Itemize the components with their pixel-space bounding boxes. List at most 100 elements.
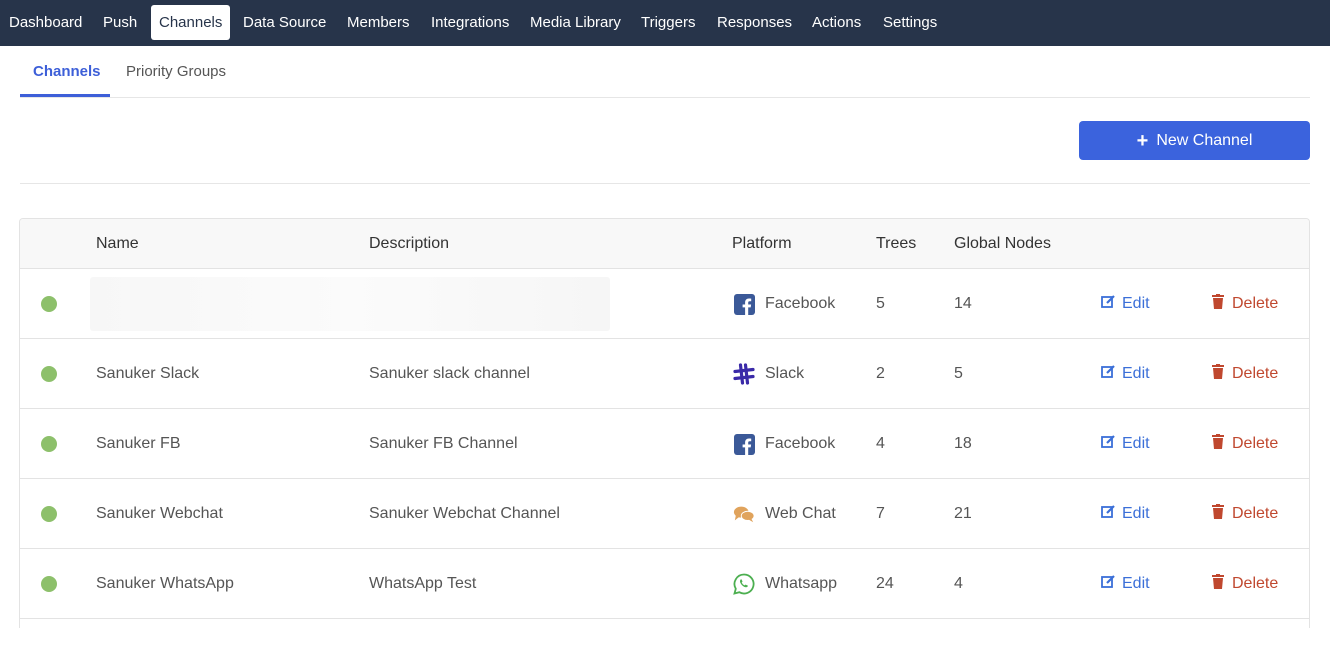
- nav-actions[interactable]: Actions: [812, 5, 861, 40]
- edit-label: Edit: [1122, 575, 1150, 592]
- platform-label: Slack: [765, 365, 805, 382]
- edit-icon: [1101, 504, 1116, 524]
- nav-members[interactable]: Members: [347, 5, 410, 40]
- delete-label: Delete: [1232, 295, 1279, 312]
- table-row: Sanuker WhatsApp WhatsApp Test Whatsapp …: [20, 549, 1309, 619]
- header-trees: Trees: [876, 235, 917, 252]
- status-dot: [41, 576, 57, 592]
- edit-label: Edit: [1122, 295, 1150, 312]
- edit-button[interactable]: Edit: [1101, 339, 1150, 409]
- platform-cell: Facebook: [733, 269, 835, 339]
- tab-priority-groups[interactable]: Priority Groups: [126, 63, 226, 80]
- nav-responses[interactable]: Responses: [717, 5, 792, 40]
- new-channel-label: New Channel: [1156, 131, 1253, 149]
- global-nodes-count: 14: [954, 295, 972, 312]
- trees-count: 2: [876, 365, 885, 382]
- top-nav: Dashboard Push Channels Data Source Memb…: [0, 0, 1330, 46]
- global-nodes-count: 21: [954, 505, 972, 522]
- platform-label: Facebook: [765, 295, 836, 312]
- trash-icon: [1212, 574, 1224, 594]
- trash-icon: [1212, 294, 1224, 314]
- platform-label: Web Chat: [765, 505, 836, 522]
- nav-integrations[interactable]: Integrations: [431, 5, 509, 40]
- edit-icon: [1101, 364, 1116, 384]
- new-channel-button[interactable]: + New Channel: [1079, 121, 1310, 160]
- channel-name: Sanuker WhatsApp: [96, 575, 234, 592]
- nav-settings[interactable]: Settings: [883, 5, 937, 40]
- platform-cell: Facebook: [733, 409, 835, 479]
- edit-button[interactable]: Edit: [1101, 409, 1150, 479]
- edit-icon: [1101, 294, 1116, 314]
- table-row: Facebook 5 14 Edit Delete: [20, 269, 1309, 339]
- header-name: Name: [96, 235, 139, 252]
- delete-button[interactable]: Delete: [1212, 269, 1278, 339]
- nav-media-library[interactable]: Media Library: [530, 5, 621, 40]
- delete-label: Delete: [1232, 575, 1279, 592]
- edit-button[interactable]: Edit: [1101, 479, 1150, 549]
- header-description: Description: [369, 235, 450, 252]
- global-nodes-count: 4: [954, 575, 963, 592]
- whatsapp-icon: [733, 573, 755, 595]
- status-dot: [41, 366, 57, 382]
- table-row: Sanuker FB Sanuker FB Channel Facebook 4…: [20, 409, 1309, 479]
- edit-icon: [1101, 574, 1116, 594]
- header-global-nodes: Global Nodes: [954, 235, 1051, 252]
- edit-icon: [1101, 434, 1116, 454]
- webchat-icon: [733, 503, 755, 525]
- nav-triggers[interactable]: Triggers: [641, 5, 695, 40]
- channel-name: Sanuker Slack: [96, 365, 200, 382]
- global-nodes-count: 18: [954, 435, 972, 452]
- delete-button[interactable]: Delete: [1212, 339, 1278, 409]
- edit-button[interactable]: Edit: [1101, 269, 1150, 339]
- facebook-icon: [733, 293, 755, 315]
- edit-label: Edit: [1122, 365, 1150, 382]
- edit-label: Edit: [1122, 435, 1150, 452]
- channels-table: Name Description Platform Trees Global N…: [19, 218, 1310, 628]
- edit-label: Edit: [1122, 505, 1150, 522]
- nav-data-source[interactable]: Data Source: [243, 5, 326, 40]
- trees-count: 4: [876, 435, 885, 452]
- trash-icon: [1212, 364, 1224, 384]
- delete-button[interactable]: Delete: [1212, 409, 1278, 479]
- active-tab-indicator: [20, 94, 110, 97]
- channel-name: Sanuker FB: [96, 435, 181, 452]
- channel-description: Sanuker Webchat Channel: [369, 505, 560, 522]
- trees-count: 7: [876, 505, 885, 522]
- trees-count: 24: [876, 575, 894, 592]
- status-dot: [41, 436, 57, 452]
- platform-label: Facebook: [765, 435, 836, 452]
- nav-dashboard[interactable]: Dashboard: [9, 5, 82, 40]
- delete-button[interactable]: Delete: [1212, 549, 1278, 619]
- tab-channels[interactable]: Channels: [33, 63, 101, 80]
- trash-icon: [1212, 504, 1224, 524]
- sub-tabs: Channels Priority Groups: [20, 46, 1310, 98]
- channel-description: Sanuker slack channel: [369, 365, 530, 382]
- platform-label: Whatsapp: [765, 575, 838, 592]
- trash-icon: [1212, 434, 1224, 454]
- status-dot: [41, 296, 57, 312]
- redacted-area: [90, 277, 610, 331]
- table-row: Sanuker Slack Sanuker slack channel Slac…: [20, 339, 1309, 409]
- channel-name: Sanuker Webchat: [96, 505, 223, 522]
- global-nodes-count: 5: [954, 365, 963, 382]
- table-row: Sanuker Webchat Sanuker Webchat Channel …: [20, 479, 1309, 549]
- delete-label: Delete: [1232, 435, 1279, 452]
- channel-description: Sanuker FB Channel: [369, 435, 518, 452]
- trees-count: 5: [876, 295, 885, 312]
- delete-label: Delete: [1232, 505, 1279, 522]
- facebook-icon: [733, 433, 755, 455]
- nav-push[interactable]: Push: [103, 5, 137, 40]
- plus-icon: +: [1136, 129, 1149, 152]
- status-dot: [41, 506, 57, 522]
- delete-button[interactable]: Delete: [1212, 479, 1278, 549]
- slack-icon: [733, 363, 755, 385]
- nav-channels[interactable]: Channels: [151, 5, 231, 40]
- toolbar-divider: [20, 183, 1310, 184]
- platform-cell: Slack: [733, 339, 804, 409]
- channel-description: WhatsApp Test: [369, 575, 477, 592]
- table-header: Name Description Platform Trees Global N…: [20, 219, 1309, 269]
- delete-label: Delete: [1232, 365, 1279, 382]
- platform-cell: Web Chat: [733, 479, 836, 549]
- edit-button[interactable]: Edit: [1101, 549, 1150, 619]
- platform-cell: Whatsapp: [733, 549, 837, 619]
